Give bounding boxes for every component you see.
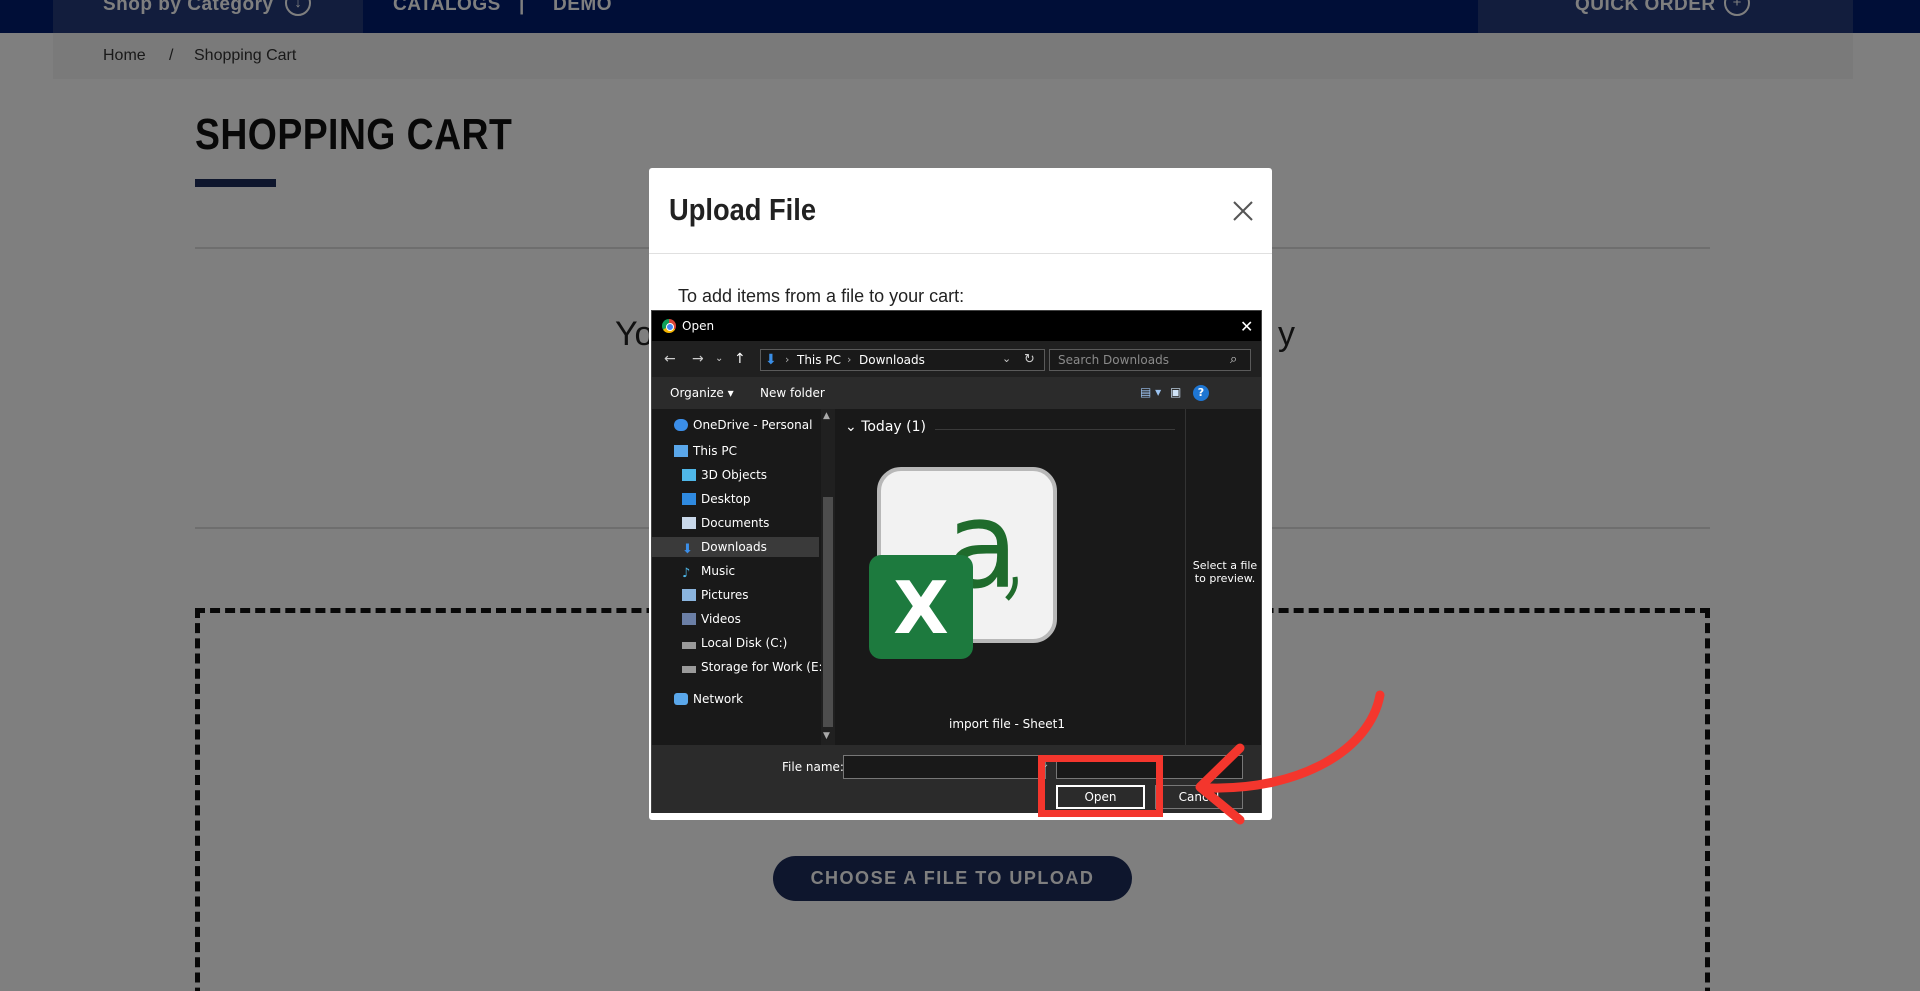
search-placeholder: Search Downloads (1058, 353, 1169, 367)
address-downloads[interactable]: Downloads (859, 353, 925, 367)
group-divider (935, 429, 1175, 430)
recent-locations-icon[interactable]: ⌄ (715, 353, 723, 364)
tree-item-label: Downloads (701, 540, 767, 554)
file-name-input[interactable]: ⌄ (843, 755, 1049, 779)
scroll-up-icon[interactable]: ▲ (823, 411, 830, 421)
download-icon: ⬇ (682, 542, 693, 557)
tree-item-label: 3D Objects (701, 468, 768, 482)
dialog-toolbar: Organize ▾ New folder ▤ ▾ ▣ ? (652, 377, 1261, 409)
file-list-pane: ⌄ Today (1) a X import file - Sheet1 (837, 409, 1185, 745)
refresh-icon[interactable]: ↻ (1024, 352, 1035, 367)
file-item[interactable]: a X import file - Sheet1 (837, 449, 1185, 731)
tree-item-network[interactable]: Network (674, 689, 844, 709)
videos-icon (682, 613, 696, 625)
view-options-icon[interactable]: ▤ ▾ (1140, 385, 1161, 399)
open-file-dialog: Open ✕ ← → ⌄ ↑ ⬇ › This PC › Downloads ⌄… (651, 310, 1262, 813)
organize-label: Organize (670, 386, 724, 400)
address-this-pc[interactable]: This PC (797, 353, 841, 367)
tree-item-downloads[interactable]: ⬇ Downloads (652, 537, 819, 557)
computer-icon (674, 445, 688, 457)
search-input[interactable]: Search Downloads ⌕ (1049, 349, 1251, 371)
help-icon[interactable]: ? (1193, 385, 1209, 401)
cloud-icon (674, 419, 688, 431)
modal-instruction: To add items from a file to your cart: (678, 286, 965, 306)
group-header-label: Today (1) (861, 419, 926, 435)
address-bar[interactable]: ⬇ › This PC › Downloads ⌄ ↻ (760, 349, 1045, 371)
chevron-down-icon[interactable]: ⌄ (1002, 352, 1011, 365)
tree-item-label: This PC (693, 444, 737, 458)
scroll-down-icon[interactable]: ▼ (823, 731, 830, 741)
file-name-label: import file - Sheet1 (949, 717, 1065, 731)
tree-item-label: Documents (701, 516, 770, 530)
forward-arrow-icon[interactable]: → (692, 351, 704, 367)
modal-divider (649, 253, 1272, 254)
up-arrow-icon[interactable]: ↑ (734, 351, 746, 367)
chevron-right-icon: › (785, 353, 790, 366)
tree-item-label: Network (693, 692, 744, 706)
music-icon: ♪ (682, 566, 691, 581)
network-icon (674, 693, 688, 705)
red-arrow-annotation (1195, 690, 1385, 825)
chrome-logo-icon (662, 319, 676, 333)
tree-scrollbar[interactable]: ▲ ▼ (821, 409, 835, 745)
document-icon (682, 517, 696, 529)
chevron-right-icon: › (847, 353, 852, 366)
dialog-title: Open (682, 319, 715, 333)
new-folder-button[interactable]: New folder (760, 386, 825, 400)
tree-item-label: Videos (701, 612, 741, 626)
group-header[interactable]: ⌄ Today (1) (845, 419, 926, 435)
tree-item-label: Storage for Work (E:) (701, 660, 828, 674)
pictures-icon (682, 589, 696, 601)
tree-item-label: Pictures (701, 588, 749, 602)
desktop-icon (682, 493, 696, 505)
drive-icon (682, 642, 696, 649)
address-row: ← → ⌄ ↑ ⬇ › This PC › Downloads ⌄ ↻ Sear… (652, 341, 1261, 377)
preview-text: Select a file to preview. (1192, 559, 1258, 585)
dialog-bottom-bar: File name: ⌄ Open Cancel (652, 745, 1261, 813)
spreadsheet-file-icon: a X (869, 467, 1057, 659)
tree-item-onedrive[interactable]: OneDrive - Personal (674, 415, 844, 435)
highlight-box (1038, 755, 1163, 817)
file-name-field-label: File name: (782, 760, 844, 774)
navigation-pane: OneDrive - Personal This PC 3D Objects D… (652, 409, 837, 745)
tree-item-label: Music (701, 564, 736, 578)
scrollbar-thumb[interactable] (823, 497, 833, 727)
cube-icon (682, 469, 696, 481)
close-icon[interactable]: ✕ (1240, 317, 1253, 336)
tree-item-label: Local Disk (C:) (701, 636, 788, 650)
modal-title: Upload File (669, 192, 817, 227)
organize-menu[interactable]: Organize ▾ (670, 386, 734, 400)
tree-item-label: OneDrive - Personal (693, 418, 813, 432)
tree-item-label: Desktop (701, 492, 751, 506)
svg-text:X: X (893, 566, 949, 650)
dialog-titlebar: Open ✕ (652, 311, 1261, 341)
search-icon: ⌕ (1230, 352, 1238, 367)
tree-item-this-pc[interactable]: This PC (674, 441, 844, 461)
preview-pane-icon[interactable]: ▣ (1170, 385, 1181, 399)
close-icon[interactable] (1230, 198, 1256, 224)
drive-icon (682, 666, 696, 673)
download-folder-icon: ⬇ (765, 352, 777, 368)
back-arrow-icon[interactable]: ← (664, 351, 676, 367)
